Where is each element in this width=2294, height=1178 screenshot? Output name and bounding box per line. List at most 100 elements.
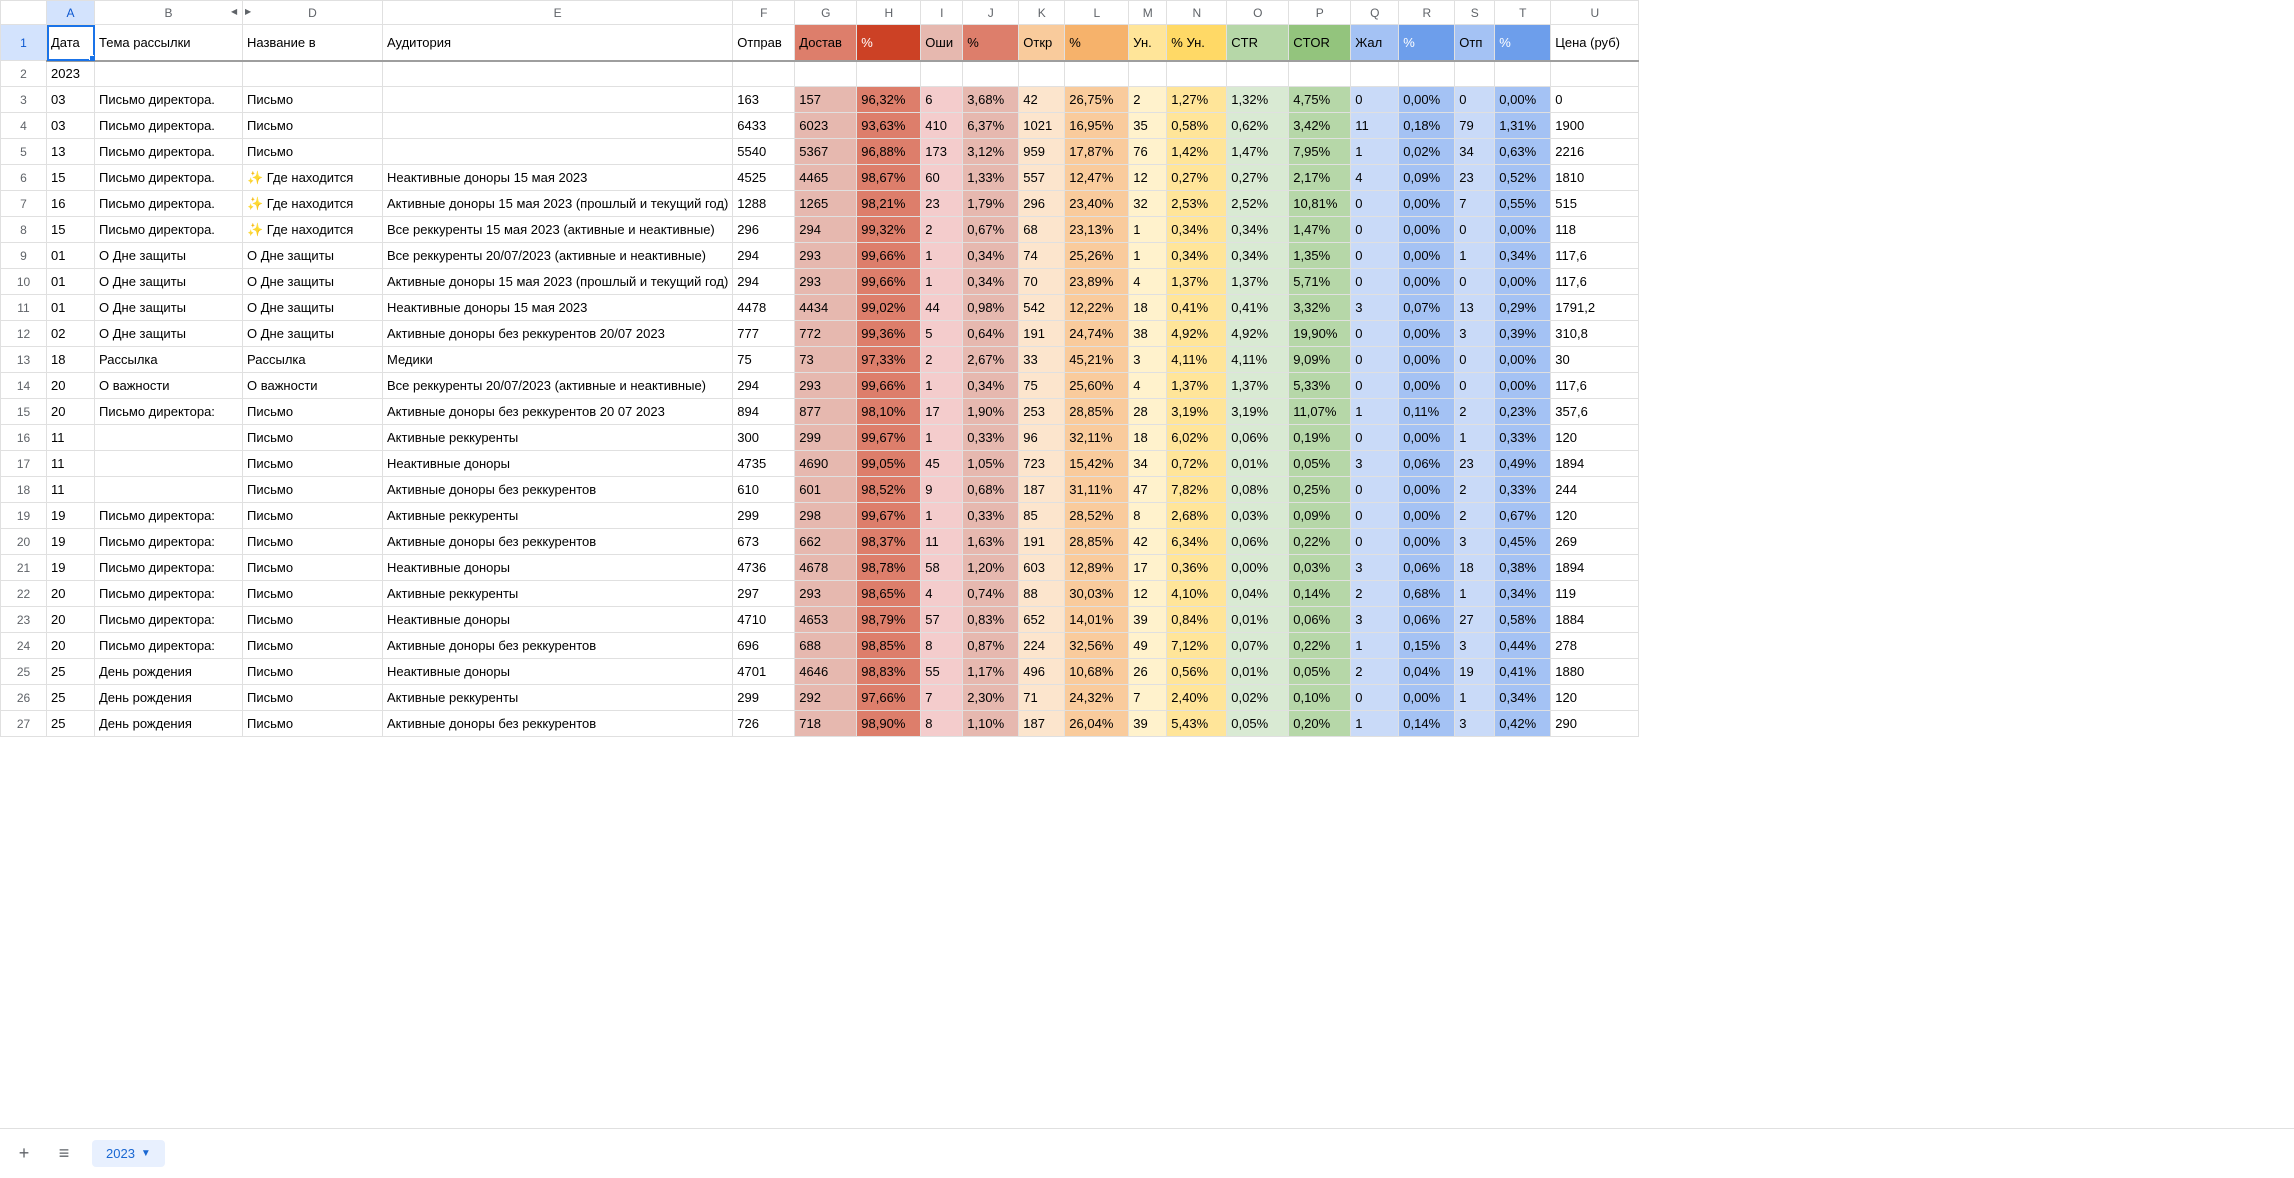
cell-O12[interactable]: 4,92% — [1227, 321, 1289, 347]
cell-S15[interactable]: 2 — [1455, 399, 1495, 425]
column-header-O[interactable]: O — [1227, 1, 1289, 25]
cell-R4[interactable]: 0,18% — [1399, 113, 1455, 139]
cell-I11[interactable]: 44 — [921, 295, 963, 321]
cell-U5[interactable]: 2216 — [1551, 139, 1639, 165]
row-header[interactable]: 16 — [1, 425, 47, 451]
cell-M6[interactable]: 12 — [1129, 165, 1167, 191]
cell-P11[interactable]: 3,32% — [1289, 295, 1351, 321]
cell-M17[interactable]: 34 — [1129, 451, 1167, 477]
row-header[interactable]: 13 — [1, 347, 47, 373]
cell-J16[interactable]: 0,33% — [963, 425, 1019, 451]
cell-B18[interactable] — [95, 477, 243, 503]
cell-E2[interactable] — [383, 61, 733, 87]
cell-P19[interactable]: 0,09% — [1289, 503, 1351, 529]
cell-R21[interactable]: 0,06% — [1399, 555, 1455, 581]
cell-G10[interactable]: 293 — [795, 269, 857, 295]
cell-R9[interactable]: 0,00% — [1399, 243, 1455, 269]
cell-M5[interactable]: 76 — [1129, 139, 1167, 165]
cell-D24[interactable]: Письмо — [243, 633, 383, 659]
cell-L25[interactable]: 10,68% — [1065, 659, 1129, 685]
column-header-A[interactable]: A — [47, 1, 95, 25]
cell-Q10[interactable]: 0 — [1351, 269, 1399, 295]
cell-Q24[interactable]: 1 — [1351, 633, 1399, 659]
cell-I19[interactable]: 1 — [921, 503, 963, 529]
cell-H27[interactable]: 98,90% — [857, 711, 921, 737]
cell-E10[interactable]: Активные доноры 15 мая 2023 (прошлый и т… — [383, 269, 733, 295]
cell-M1[interactable]: Ун. — [1129, 25, 1167, 61]
cell-U19[interactable]: 120 — [1551, 503, 1639, 529]
cell-M14[interactable]: 4 — [1129, 373, 1167, 399]
cell-S4[interactable]: 79 — [1455, 113, 1495, 139]
cell-J20[interactable]: 1,63% — [963, 529, 1019, 555]
cell-B4[interactable]: Письмо директора. — [95, 113, 243, 139]
cell-L6[interactable]: 12,47% — [1065, 165, 1129, 191]
cell-G16[interactable]: 299 — [795, 425, 857, 451]
cell-B21[interactable]: Письмо директора: — [95, 555, 243, 581]
cell-U11[interactable]: 1791,2 — [1551, 295, 1639, 321]
cell-S18[interactable]: 2 — [1455, 477, 1495, 503]
column-header-P[interactable]: P — [1289, 1, 1351, 25]
cell-O6[interactable]: 0,27% — [1227, 165, 1289, 191]
cell-J5[interactable]: 3,12% — [963, 139, 1019, 165]
cell-S8[interactable]: 0 — [1455, 217, 1495, 243]
cell-L19[interactable]: 28,52% — [1065, 503, 1129, 529]
cell-E15[interactable]: Активные доноры без реккурентов 20 07 20… — [383, 399, 733, 425]
cell-O18[interactable]: 0,08% — [1227, 477, 1289, 503]
cell-L1[interactable]: % — [1065, 25, 1129, 61]
cell-I16[interactable]: 1 — [921, 425, 963, 451]
cell-I8[interactable]: 2 — [921, 217, 963, 243]
cell-L22[interactable]: 30,03% — [1065, 581, 1129, 607]
cell-L2[interactable] — [1065, 61, 1129, 87]
cell-J21[interactable]: 1,20% — [963, 555, 1019, 581]
column-group-collapse-right-icon[interactable]: ▶ — [245, 7, 251, 16]
cell-J1[interactable]: % — [963, 25, 1019, 61]
cell-B12[interactable]: О Дне защиты — [95, 321, 243, 347]
cell-N23[interactable]: 0,84% — [1167, 607, 1227, 633]
cell-N14[interactable]: 1,37% — [1167, 373, 1227, 399]
cell-Q22[interactable]: 2 — [1351, 581, 1399, 607]
cell-S24[interactable]: 3 — [1455, 633, 1495, 659]
cell-O17[interactable]: 0,01% — [1227, 451, 1289, 477]
cell-J12[interactable]: 0,64% — [963, 321, 1019, 347]
cell-Q16[interactable]: 0 — [1351, 425, 1399, 451]
cell-N1[interactable]: % Ун. — [1167, 25, 1227, 61]
all-sheets-button[interactable]: ≡ — [52, 1142, 76, 1166]
cell-A25[interactable]: 25 — [47, 659, 95, 685]
cell-I22[interactable]: 4 — [921, 581, 963, 607]
cell-J7[interactable]: 1,79% — [963, 191, 1019, 217]
cell-R20[interactable]: 0,00% — [1399, 529, 1455, 555]
cell-D16[interactable]: Письмо — [243, 425, 383, 451]
cell-N17[interactable]: 0,72% — [1167, 451, 1227, 477]
cell-A21[interactable]: 19 — [47, 555, 95, 581]
row-header[interactable]: 3 — [1, 87, 47, 113]
cell-L10[interactable]: 23,89% — [1065, 269, 1129, 295]
cell-Q7[interactable]: 0 — [1351, 191, 1399, 217]
cell-I24[interactable]: 8 — [921, 633, 963, 659]
cell-I27[interactable]: 8 — [921, 711, 963, 737]
cell-Q6[interactable]: 4 — [1351, 165, 1399, 191]
cell-L4[interactable]: 16,95% — [1065, 113, 1129, 139]
column-header-E[interactable]: E — [383, 1, 733, 25]
cell-P2[interactable] — [1289, 61, 1351, 87]
cell-O15[interactable]: 3,19% — [1227, 399, 1289, 425]
cell-D23[interactable]: Письмо — [243, 607, 383, 633]
cell-J27[interactable]: 1,10% — [963, 711, 1019, 737]
cell-D3[interactable]: Письмо — [243, 87, 383, 113]
cell-H22[interactable]: 98,65% — [857, 581, 921, 607]
row-header[interactable]: 9 — [1, 243, 47, 269]
cell-N16[interactable]: 6,02% — [1167, 425, 1227, 451]
cell-S10[interactable]: 0 — [1455, 269, 1495, 295]
cell-A6[interactable]: 15 — [47, 165, 95, 191]
cell-I6[interactable]: 60 — [921, 165, 963, 191]
cell-B6[interactable]: Письмо директора. — [95, 165, 243, 191]
cell-I4[interactable]: 410 — [921, 113, 963, 139]
column-header-H[interactable]: H — [857, 1, 921, 25]
cell-Q11[interactable]: 3 — [1351, 295, 1399, 321]
cell-E22[interactable]: Активные реккуренты — [383, 581, 733, 607]
cell-Q3[interactable]: 0 — [1351, 87, 1399, 113]
cell-G22[interactable]: 293 — [795, 581, 857, 607]
cell-B1[interactable]: Тема рассылки — [95, 25, 243, 61]
cell-D17[interactable]: Письмо — [243, 451, 383, 477]
cell-L24[interactable]: 32,56% — [1065, 633, 1129, 659]
cell-T12[interactable]: 0,39% — [1495, 321, 1551, 347]
